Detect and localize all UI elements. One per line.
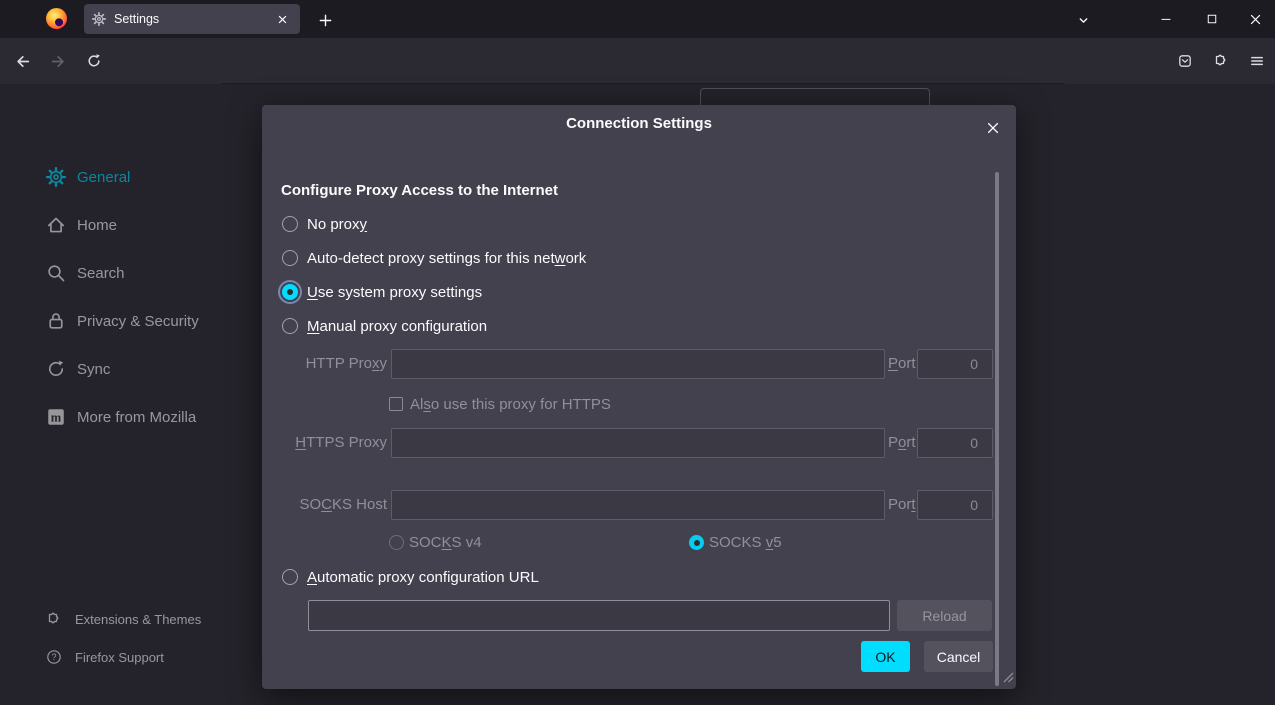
socks-port-input: [917, 490, 993, 520]
radio-label: Manual proxy configuration: [307, 318, 487, 335]
dialog-resize-grip[interactable]: [1001, 670, 1014, 687]
dialog-title: Connection Settings: [262, 105, 1016, 143]
back-button[interactable]: [8, 47, 36, 75]
http-port-label: Port: [888, 355, 916, 373]
share-proxy-label: Also use this proxy for HTTPS: [410, 396, 611, 413]
https-port-input: [917, 428, 993, 458]
socks-host-input: [391, 490, 885, 520]
socks-v4-label: SOCKS v4: [409, 534, 482, 552]
socks-host-label: SOCKS Host: [262, 496, 387, 514]
connection-settings-dialog: Connection Settings Configure Proxy Acce…: [262, 105, 1016, 689]
menu-hamburger-icon[interactable]: [1243, 47, 1271, 75]
radio-use-system-proxy[interactable]: Use system proxy settings: [282, 282, 482, 302]
pocket-icon[interactable]: [1171, 47, 1199, 75]
dialog-heading: Configure Proxy Access to the Internet: [281, 182, 558, 199]
dialog-scrollbar[interactable]: [995, 172, 999, 686]
share-proxy-checkbox-row: Also use this proxy for HTTPS: [389, 395, 611, 413]
tab-settings[interactable]: Settings: [84, 4, 300, 34]
firefox-window: Settings: [0, 0, 1275, 705]
firefox-logo-icon: [46, 8, 67, 29]
tab-gear-icon: [92, 12, 106, 26]
tab-close-icon[interactable]: [272, 9, 292, 29]
radio-label: No proxy: [307, 216, 367, 233]
radio-label: Automatic proxy configuration URL: [307, 569, 539, 586]
extensions-icon[interactable]: [1207, 47, 1235, 75]
https-proxy-label: HTTPS Proxy: [262, 434, 387, 452]
share-proxy-checkbox: [389, 397, 403, 411]
socks-v4-radio: [389, 535, 404, 550]
window-close-button[interactable]: [1235, 0, 1275, 38]
https-port-label: Port: [888, 434, 916, 452]
radio-circle: [282, 216, 298, 232]
http-port-input: [917, 349, 993, 379]
socks-v5-radio: [689, 535, 704, 550]
https-proxy-input: [391, 428, 885, 458]
radio-circle: [282, 318, 298, 334]
list-tabs-chevron-icon[interactable]: [1069, 7, 1097, 33]
radio-circle-selected: [282, 284, 298, 300]
window-maximize-button[interactable]: [1189, 0, 1235, 38]
radio-circle: [282, 569, 298, 585]
new-tab-button[interactable]: [312, 7, 338, 33]
cancel-button[interactable]: Cancel: [924, 641, 993, 672]
socks-v5-label: SOCKS v5: [709, 534, 782, 552]
window-minimize-button[interactable]: [1143, 0, 1189, 38]
autoproxy-url-input: [308, 600, 890, 631]
reload-button: Reload: [897, 600, 992, 631]
ok-button[interactable]: OK: [861, 641, 910, 672]
navigation-toolbar: Firefox about:preferences#advanced: [0, 38, 1275, 84]
radio-label: Use system proxy settings: [307, 284, 482, 301]
radio-no-proxy[interactable]: No proxy: [282, 214, 367, 234]
dialog-close-button[interactable]: [981, 116, 1005, 140]
radio-auto-detect-proxy[interactable]: Auto-detect proxy settings for this netw…: [282, 248, 586, 268]
radio-label: Auto-detect proxy settings for this netw…: [307, 250, 586, 267]
radio-circle: [282, 250, 298, 266]
reload-button[interactable]: [80, 47, 108, 75]
titlebar: Settings: [0, 0, 1275, 38]
http-proxy-input: [391, 349, 885, 379]
radio-automatic-proxy-url[interactable]: Automatic proxy configuration URL: [282, 567, 539, 587]
radio-manual-proxy[interactable]: Manual proxy configuration: [282, 316, 487, 336]
tab-title: Settings: [114, 12, 159, 26]
http-proxy-label: HTTP Proxy: [262, 355, 387, 373]
forward-button[interactable]: [44, 47, 72, 75]
socks-port-label: Port: [888, 496, 916, 514]
